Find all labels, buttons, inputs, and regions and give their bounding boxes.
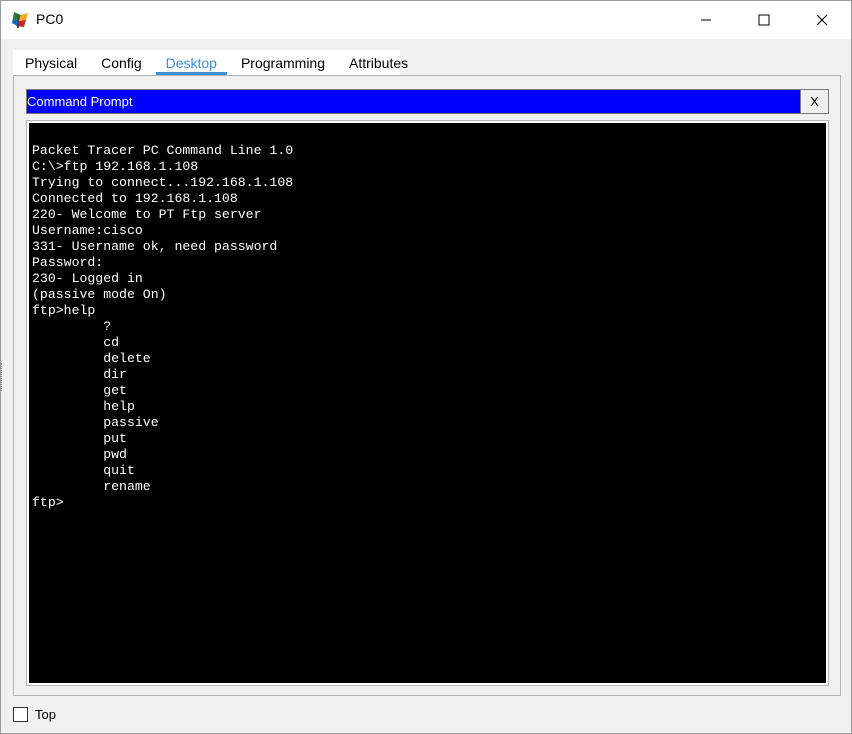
top-checkbox-label: Top bbox=[35, 706, 56, 722]
tab-attributes[interactable]: Attributes bbox=[337, 50, 420, 75]
top-checkbox[interactable] bbox=[13, 706, 28, 722]
minimize-button[interactable] bbox=[677, 1, 735, 39]
terminal-line: Connected to 192.168.1.108 bbox=[32, 191, 238, 206]
terminal-line: delete bbox=[32, 351, 151, 366]
tab-label: Config bbox=[101, 54, 142, 71]
device-tabs: Physical Config Desktop Programming Attr… bbox=[13, 50, 408, 75]
resize-grip[interactable] bbox=[1, 363, 3, 391]
tab-config[interactable]: Config bbox=[89, 50, 153, 75]
terminal-line: Trying to connect...192.168.1.108 bbox=[32, 175, 294, 190]
tab-label: Attributes bbox=[349, 54, 409, 71]
close-icon bbox=[816, 14, 828, 26]
tab-programming[interactable]: Programming bbox=[229, 50, 337, 75]
maximize-button[interactable] bbox=[735, 1, 793, 39]
terminal-line: pwd bbox=[32, 447, 127, 462]
terminal-line: cd bbox=[32, 335, 120, 350]
terminal-line: Password: bbox=[32, 255, 104, 270]
terminal-line: get bbox=[32, 383, 127, 398]
command-prompt-title: Command Prompt bbox=[27, 94, 133, 109]
terminal-line: ftp> bbox=[32, 495, 64, 510]
terminal-line: 230- Logged in bbox=[32, 271, 143, 286]
terminal-line: C:\>ftp 192.168.1.108 bbox=[32, 159, 199, 174]
terminal-line: put bbox=[32, 431, 127, 446]
pc0-window: PC0 Physical Config Desktop Programming … bbox=[0, 0, 852, 734]
terminal-frame: Packet Tracer PC Command Line 1.0 C:\>ftp… bbox=[26, 120, 829, 686]
tab-label: Physical bbox=[25, 54, 78, 71]
terminal-line: (passive mode On) bbox=[32, 287, 167, 302]
close-button[interactable] bbox=[793, 1, 851, 39]
tab-physical[interactable]: Physical bbox=[13, 50, 89, 75]
window-title: PC0 bbox=[36, 11, 64, 27]
tab-label: Programming bbox=[240, 54, 325, 71]
terminal-line: ftp>help bbox=[32, 303, 96, 318]
desktop-panel: Command Prompt X Packet Tracer PC Comman… bbox=[13, 75, 841, 696]
maximize-icon bbox=[758, 14, 770, 26]
terminal-line: 220- Welcome to PT Ftp server bbox=[32, 207, 262, 222]
terminal-line: 331- Username ok, need password bbox=[32, 239, 278, 254]
terminal-line: rename bbox=[32, 479, 151, 494]
command-prompt-close-button[interactable]: X bbox=[800, 90, 828, 113]
title-bar[interactable]: PC0 bbox=[1, 1, 851, 39]
terminal-line: help bbox=[32, 399, 135, 414]
terminal-line: quit bbox=[32, 463, 135, 478]
terminal-line: Username:cisco bbox=[32, 223, 143, 238]
terminal-output[interactable]: Packet Tracer PC Command Line 1.0 C:\>ftp… bbox=[29, 123, 826, 683]
tab-label: Desktop bbox=[165, 54, 217, 71]
command-prompt-header: Command Prompt X bbox=[26, 89, 829, 114]
tab-desktop[interactable]: Desktop bbox=[154, 50, 229, 75]
footer-bar: Top bbox=[13, 705, 56, 723]
terminal-line: Packet Tracer PC Command Line 1.0 bbox=[32, 143, 294, 158]
terminal-line: ? bbox=[32, 319, 112, 334]
packet-tracer-pc-icon bbox=[11, 10, 31, 30]
terminal-line: dir bbox=[32, 367, 127, 382]
terminal-line: passive bbox=[32, 415, 159, 430]
minimize-icon bbox=[701, 19, 711, 21]
